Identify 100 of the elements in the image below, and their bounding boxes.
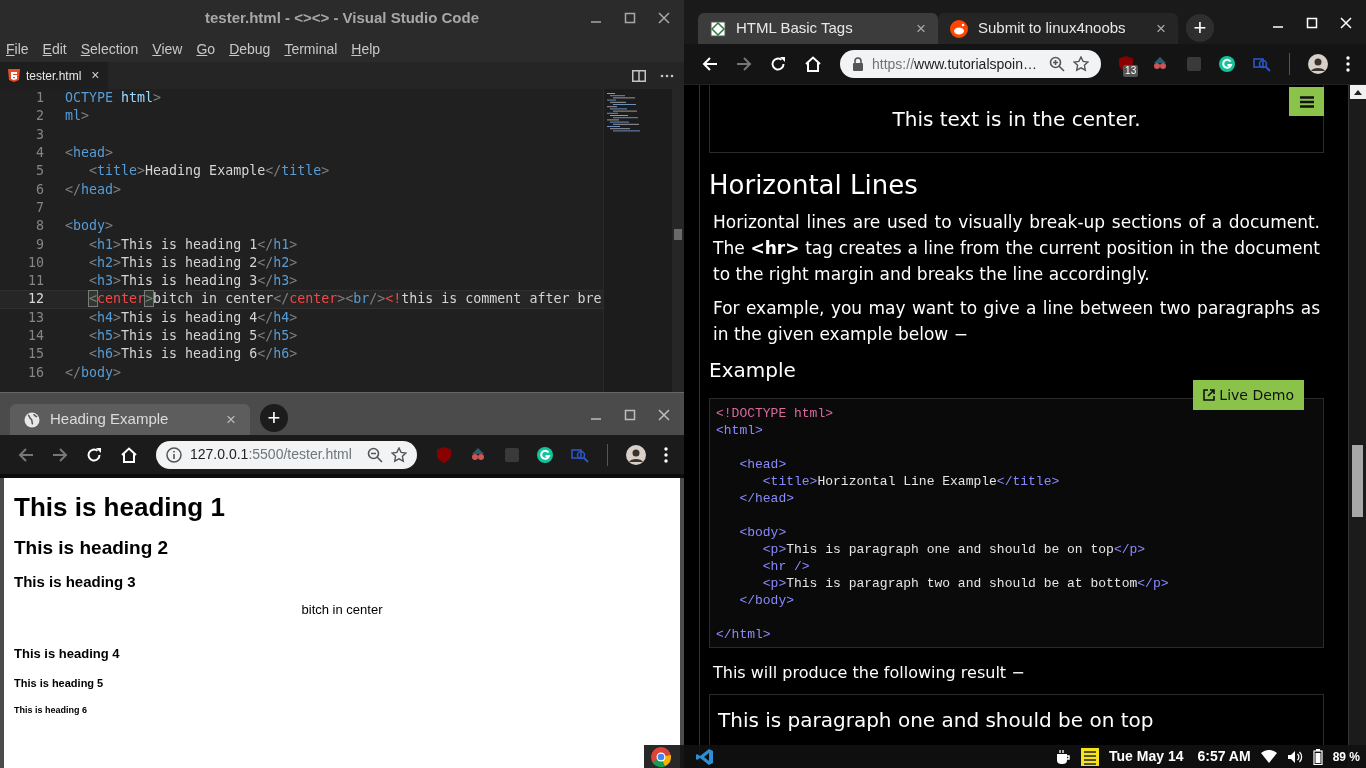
browser-tab[interactable]: HTML Basic Tags × — [698, 13, 938, 44]
alien-icon — [950, 19, 968, 38]
zoom-in-icon[interactable] — [1049, 56, 1066, 72]
tab-close[interactable]: × — [91, 65, 100, 86]
grammar-icon[interactable] — [537, 446, 554, 463]
line-number: 10 — [27, 253, 44, 272]
code-line: <h2>This is heading 2</h2> — [88, 253, 298, 272]
reload-icon[interactable] — [86, 446, 102, 463]
menu-icon[interactable] — [664, 446, 668, 463]
grammar-icon[interactable] — [1219, 56, 1236, 72]
line-number: 16 — [27, 363, 44, 382]
code-line: ml> — [65, 107, 90, 126]
line-number: 11 — [27, 272, 44, 291]
zoom-out-icon[interactable] — [367, 446, 384, 463]
tab-close[interactable]: × — [1156, 15, 1166, 42]
result-text: This is paragraph one and should be on top — [718, 708, 1154, 732]
menu-button[interactable] — [1289, 87, 1324, 116]
lock-icon — [852, 57, 864, 71]
avatar-icon[interactable] — [626, 444, 646, 465]
code-line: <!DOCTYPE html> — [716, 405, 835, 422]
tab-label: tester.html — [26, 67, 82, 85]
globe-icon — [24, 411, 40, 428]
volume-icon[interactable] — [1286, 749, 1303, 764]
split-editor-icon[interactable] — [632, 69, 646, 82]
browser-tab[interactable]: Heading Example × — [10, 404, 250, 435]
line-number: 2 — [35, 107, 44, 126]
code-line: <h3>This is heading 3</h3> — [88, 272, 298, 291]
code-line: <body> — [738, 524, 788, 541]
menu-item[interactable]: Edit — [42, 39, 67, 60]
battery-icon[interactable] — [1312, 748, 1323, 765]
code-line: OCTYPE html> — [65, 89, 162, 108]
cup-icon[interactable] — [1055, 748, 1072, 765]
address-bar[interactable]: 127.0.0.1:5500/tester.html — [156, 440, 418, 469]
heading: This is heading 5 — [13, 677, 105, 690]
menu-item[interactable]: File — [6, 39, 29, 60]
external-link-icon — [1203, 389, 1216, 401]
menu-item[interactable]: Terminal — [284, 39, 338, 60]
heading: This is heading 1 — [13, 492, 226, 522]
menu-item[interactable]: Help — [351, 39, 381, 60]
more-icon[interactable] — [660, 73, 674, 78]
avatar-icon[interactable] — [1308, 54, 1328, 74]
new-tab-button[interactable]: + — [260, 404, 288, 432]
paragraph: For example, you may want to give a line between two paragraphs as in the given example below − — [712, 297, 1321, 346]
heading: This is heading 2 — [13, 537, 170, 559]
section-heading: Horizontal Lines — [709, 169, 919, 201]
code-line: <hr /> — [761, 558, 811, 575]
scrollbar-thumb[interactable] — [674, 229, 682, 240]
close-icon[interactable] — [658, 12, 670, 24]
magnifier-icon[interactable] — [571, 446, 590, 463]
wifi-icon[interactable] — [1260, 749, 1277, 764]
editor-tab[interactable]: tester.html × — [0, 62, 108, 89]
line-number: 8 — [35, 217, 44, 236]
line-number: 1 — [35, 89, 44, 108]
date-text[interactable]: Tue May 14 — [1109, 746, 1184, 767]
code-line: <p>This is paragraph one and should be on top</p> — [761, 541, 1147, 558]
code-editor-icon[interactable] — [696, 747, 714, 766]
new-tab-button[interactable]: + — [1186, 14, 1214, 42]
browser-tab[interactable]: Submit to linux4noobs × — [938, 13, 1178, 44]
url-text: https://www.tutorialspoin… — [872, 54, 1038, 74]
scrollbar-thumb[interactable] — [1352, 445, 1363, 517]
code-line: </head> — [738, 490, 795, 507]
home-icon[interactable] — [120, 446, 138, 463]
tab-close[interactable]: × — [226, 406, 236, 433]
line-number: 9 — [35, 235, 44, 254]
scroll-up-icon[interactable] — [1350, 85, 1366, 99]
magnifier-icon[interactable] — [1253, 56, 1272, 72]
code-line: <h6>This is heading 6</h6> — [88, 345, 298, 364]
menu-item[interactable]: Debug — [229, 39, 271, 60]
menu-icon — [1299, 95, 1314, 108]
url-text: 127.0.0.1:5500/tester.html — [190, 445, 353, 464]
forward-icon[interactable] — [52, 446, 68, 463]
clock-text[interactable]: 6:57 AM — [1197, 746, 1251, 767]
reload-icon[interactable] — [770, 56, 786, 72]
live-demo-button[interactable]: Live Demo — [1193, 380, 1304, 410]
menu-item[interactable]: Go — [196, 39, 216, 60]
menu-icon[interactable] — [1346, 56, 1350, 72]
tab-close[interactable]: × — [916, 15, 926, 42]
code-line: <html> — [716, 422, 764, 439]
menu-item[interactable]: Selection — [80, 39, 139, 60]
forward-icon[interactable] — [736, 56, 752, 72]
site-logo-icon — [710, 20, 726, 37]
address-bar[interactable]: https://www.tutorialspoin… — [840, 50, 1102, 78]
code-line: <p>This is paragraph two and should be at bottom</p> — [761, 575, 1170, 592]
menu-item[interactable]: View — [152, 39, 183, 60]
code-line: </head> — [65, 180, 122, 199]
star-icon[interactable] — [391, 446, 408, 463]
code-line: <title>Horizontal Line Example</title> — [761, 473, 1061, 490]
count-badge: 13 — [1123, 65, 1139, 77]
code-line: </body> — [738, 592, 795, 609]
minimap-drawing — [607, 93, 641, 132]
home-icon[interactable] — [804, 56, 822, 72]
maximize-icon[interactable] — [624, 12, 636, 24]
browser-icon[interactable] — [650, 745, 672, 768]
line-number: 7 — [35, 198, 44, 217]
line-number: 15 — [27, 345, 44, 364]
html-file-icon — [8, 69, 20, 82]
heading: This is heading 6 — [13, 705, 88, 716]
star-icon[interactable] — [1073, 56, 1090, 72]
notes-icon[interactable] — [1081, 747, 1100, 766]
code-line: <h1>This is heading 1</h1> — [88, 235, 298, 254]
